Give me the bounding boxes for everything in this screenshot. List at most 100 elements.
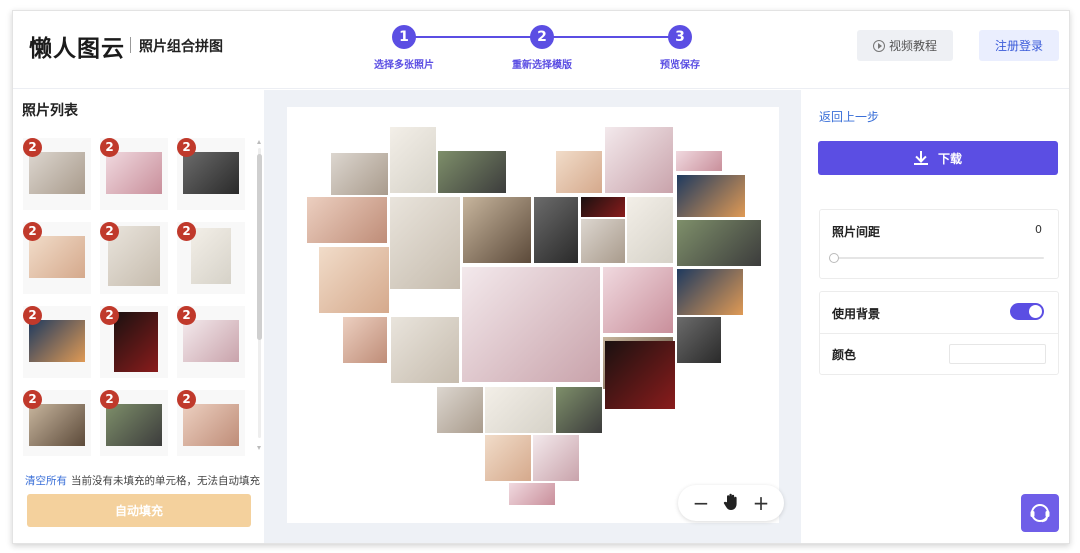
photo-thumbnail[interactable]: 2: [100, 306, 168, 378]
collage-photo-cell[interactable]: [677, 317, 721, 363]
step-1-number: 1: [392, 25, 416, 49]
photo-image: [106, 404, 162, 446]
usage-count-badge: 2: [23, 390, 42, 409]
collage-photo-cell[interactable]: [677, 269, 743, 315]
zoom-out-button[interactable]: −: [690, 493, 712, 513]
play-icon: [872, 39, 885, 52]
usage-count-badge: 2: [100, 306, 119, 325]
spacing-label: 照片间距: [832, 225, 881, 239]
usage-count-badge: 2: [23, 138, 42, 157]
collage-photo-cell[interactable]: [509, 483, 555, 505]
collage-photo-cell[interactable]: [463, 197, 531, 263]
usage-count-badge: 2: [23, 222, 42, 241]
collage-photo-cell[interactable]: [581, 219, 625, 263]
zoom-in-button[interactable]: +: [750, 493, 772, 513]
collage-photo-cell[interactable]: [605, 341, 675, 409]
usage-count-badge: 2: [23, 306, 42, 325]
collage-photo-cell[interactable]: [319, 247, 389, 313]
step-3-label: 预览保存: [660, 60, 700, 71]
clear-all-link[interactable]: 清空所有: [25, 475, 67, 487]
collage-photo-cell[interactable]: [462, 267, 600, 382]
photo-image: [183, 152, 239, 194]
collage-photo-cell[interactable]: [438, 151, 506, 193]
collage-photo-cell[interactable]: [390, 197, 460, 289]
color-picker[interactable]: [949, 344, 1046, 364]
back-link[interactable]: 返回上一步: [819, 108, 879, 125]
auto-fill-button[interactable]: 自动填充: [27, 494, 251, 527]
spacing-card: 照片间距 0: [819, 209, 1059, 279]
zoom-controls: − +: [678, 485, 784, 521]
collage-photo-cell[interactable]: [437, 387, 483, 433]
photo-thumbnail[interactable]: 2: [100, 390, 168, 456]
collage-photo-cell[interactable]: [307, 197, 387, 243]
header: 懒人图云 照片组合拼图 1 选择多张照片 2 重新选择模版 3 预览保存 视频教…: [13, 11, 1069, 89]
collage-photo-cell[interactable]: [677, 175, 745, 217]
photo-thumbnail[interactable]: 2: [23, 390, 91, 456]
collage-canvas[interactable]: [287, 107, 779, 523]
spacing-slider-handle[interactable]: [829, 253, 839, 263]
step-2[interactable]: 2 重新选择模版: [472, 25, 612, 71]
video-tutorial-button[interactable]: 视频教程: [857, 30, 953, 61]
hand-icon[interactable]: [720, 493, 742, 514]
scroll-down-arrow-icon[interactable]: [257, 446, 261, 450]
collage-photo-cell[interactable]: [485, 387, 553, 433]
photo-thumbnail[interactable]: 2: [177, 306, 245, 378]
photo-thumbnail[interactable]: 2: [177, 138, 245, 210]
collage-photo-cell[interactable]: [676, 151, 722, 171]
collage-photo-cell[interactable]: [331, 153, 388, 195]
spacing-value: 0: [1035, 223, 1042, 236]
step-1-label: 选择多张照片: [374, 60, 434, 71]
spacing-slider-track[interactable]: [832, 257, 1044, 259]
download-label: 下载: [937, 151, 962, 166]
auto-fill-hint-text: 当前没有未填充的单元格，无法自动填充: [71, 475, 260, 487]
usage-count-badge: 2: [177, 222, 196, 241]
collage-photo-cell[interactable]: [534, 197, 578, 263]
collage-photo-cell[interactable]: [627, 197, 673, 263]
photo-thumbnail[interactable]: 2: [177, 222, 245, 294]
usage-count-badge: 2: [100, 390, 119, 409]
collage-photo-cell[interactable]: [556, 151, 602, 193]
color-label: 颜色: [832, 348, 857, 362]
collage-photo-cell[interactable]: [390, 127, 436, 193]
collage-photo-cell[interactable]: [556, 387, 602, 433]
logo[interactable]: 懒人图云: [29, 29, 125, 63]
collage-photo-cell[interactable]: [603, 267, 673, 333]
usage-count-badge: 2: [100, 138, 119, 157]
photo-list-scrollbar[interactable]: [257, 140, 262, 450]
settings-panel: 返回上一步 下载 照片间距 0 使用背景 颜色: [801, 90, 1069, 543]
step-1[interactable]: 1 选择多张照片: [334, 25, 474, 71]
usage-count-badge: 2: [177, 138, 196, 157]
photo-image: [29, 152, 85, 194]
photo-thumbnail[interactable]: 2: [177, 390, 245, 456]
photo-thumbnail-grid[interactable]: 2 2 2 2 2 2 2 2 2 2 2 2: [23, 138, 255, 456]
step-3[interactable]: 3 预览保存: [610, 25, 750, 71]
app-window: 懒人图云 照片组合拼图 1 选择多张照片 2 重新选择模版 3 预览保存 视频教…: [12, 10, 1070, 544]
collage-photo-cell[interactable]: [581, 197, 625, 217]
photo-thumbnail[interactable]: 2: [23, 306, 91, 378]
photo-image: [106, 152, 162, 194]
photo-thumbnail[interactable]: 2: [23, 222, 91, 294]
collage-photo-cell[interactable]: [677, 220, 761, 266]
photo-image: [114, 312, 158, 372]
photo-thumbnail[interactable]: 2: [100, 222, 168, 294]
collage-photo-cell[interactable]: [485, 435, 531, 481]
photo-image: [29, 404, 85, 446]
collage-photo-cell[interactable]: [343, 317, 387, 363]
scroll-thumb[interactable]: [257, 154, 262, 340]
scroll-up-arrow-icon[interactable]: [257, 140, 261, 144]
editor-area: − +: [264, 90, 801, 543]
logo-divider: [130, 37, 131, 53]
photo-image: [191, 228, 231, 284]
customer-support-button[interactable]: [1021, 494, 1059, 532]
collage-photo-cell[interactable]: [605, 127, 673, 193]
download-button[interactable]: 下载: [818, 141, 1058, 175]
login-button[interactable]: 注册登录: [979, 30, 1059, 61]
download-icon: [913, 151, 928, 165]
use-background-label: 使用背景: [832, 307, 881, 321]
photo-image: [29, 320, 85, 362]
use-background-toggle[interactable]: [1010, 303, 1044, 320]
collage-photo-cell[interactable]: [533, 435, 579, 481]
photo-thumbnail[interactable]: 2: [23, 138, 91, 210]
collage-photo-cell[interactable]: [391, 317, 459, 383]
photo-thumbnail[interactable]: 2: [100, 138, 168, 210]
